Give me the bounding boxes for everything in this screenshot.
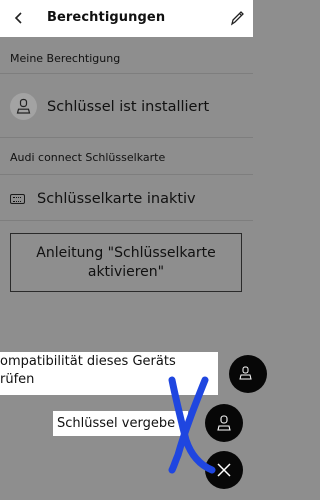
keycard-instructions-label: Anleitung "Schlüsselkarte aktivieren" — [36, 244, 216, 280]
page-title: Berechtigungen — [47, 10, 166, 25]
assign-key-label[interactable]: Schlüssel vergebe — [53, 411, 188, 436]
app-header: Berechtigungen — [0, 0, 253, 37]
section-label-keycard: Audi connect Schlüsselkarte — [10, 151, 166, 164]
keycard-icon — [10, 194, 25, 204]
close-icon — [217, 463, 231, 477]
divider — [0, 73, 253, 74]
keycard-status-text: Schlüsselkarte inaktiv — [37, 191, 196, 207]
close-fab-button[interactable] — [205, 451, 243, 489]
user-icon — [10, 93, 37, 120]
check-compatibility-button[interactable] — [229, 355, 267, 393]
chevron-left-icon[interactable] — [11, 7, 27, 29]
divider — [0, 220, 253, 221]
section-label-permission: Meine Berechtigung — [10, 52, 121, 65]
assign-key-button[interactable] — [205, 404, 243, 442]
keycard-instructions-button[interactable]: Anleitung "Schlüsselkarte aktivieren" — [10, 233, 242, 292]
check-compatibility-text: ompatibilität dieses Geräts rüfen — [0, 354, 176, 387]
divider — [0, 174, 253, 175]
user-icon — [217, 415, 231, 431]
check-compatibility-label[interactable]: ompatibilität dieses Geräts rüfen — [0, 352, 218, 395]
divider — [0, 137, 253, 138]
key-status-text: Schlüssel ist installiert — [47, 99, 210, 115]
pencil-icon[interactable] — [228, 8, 246, 28]
